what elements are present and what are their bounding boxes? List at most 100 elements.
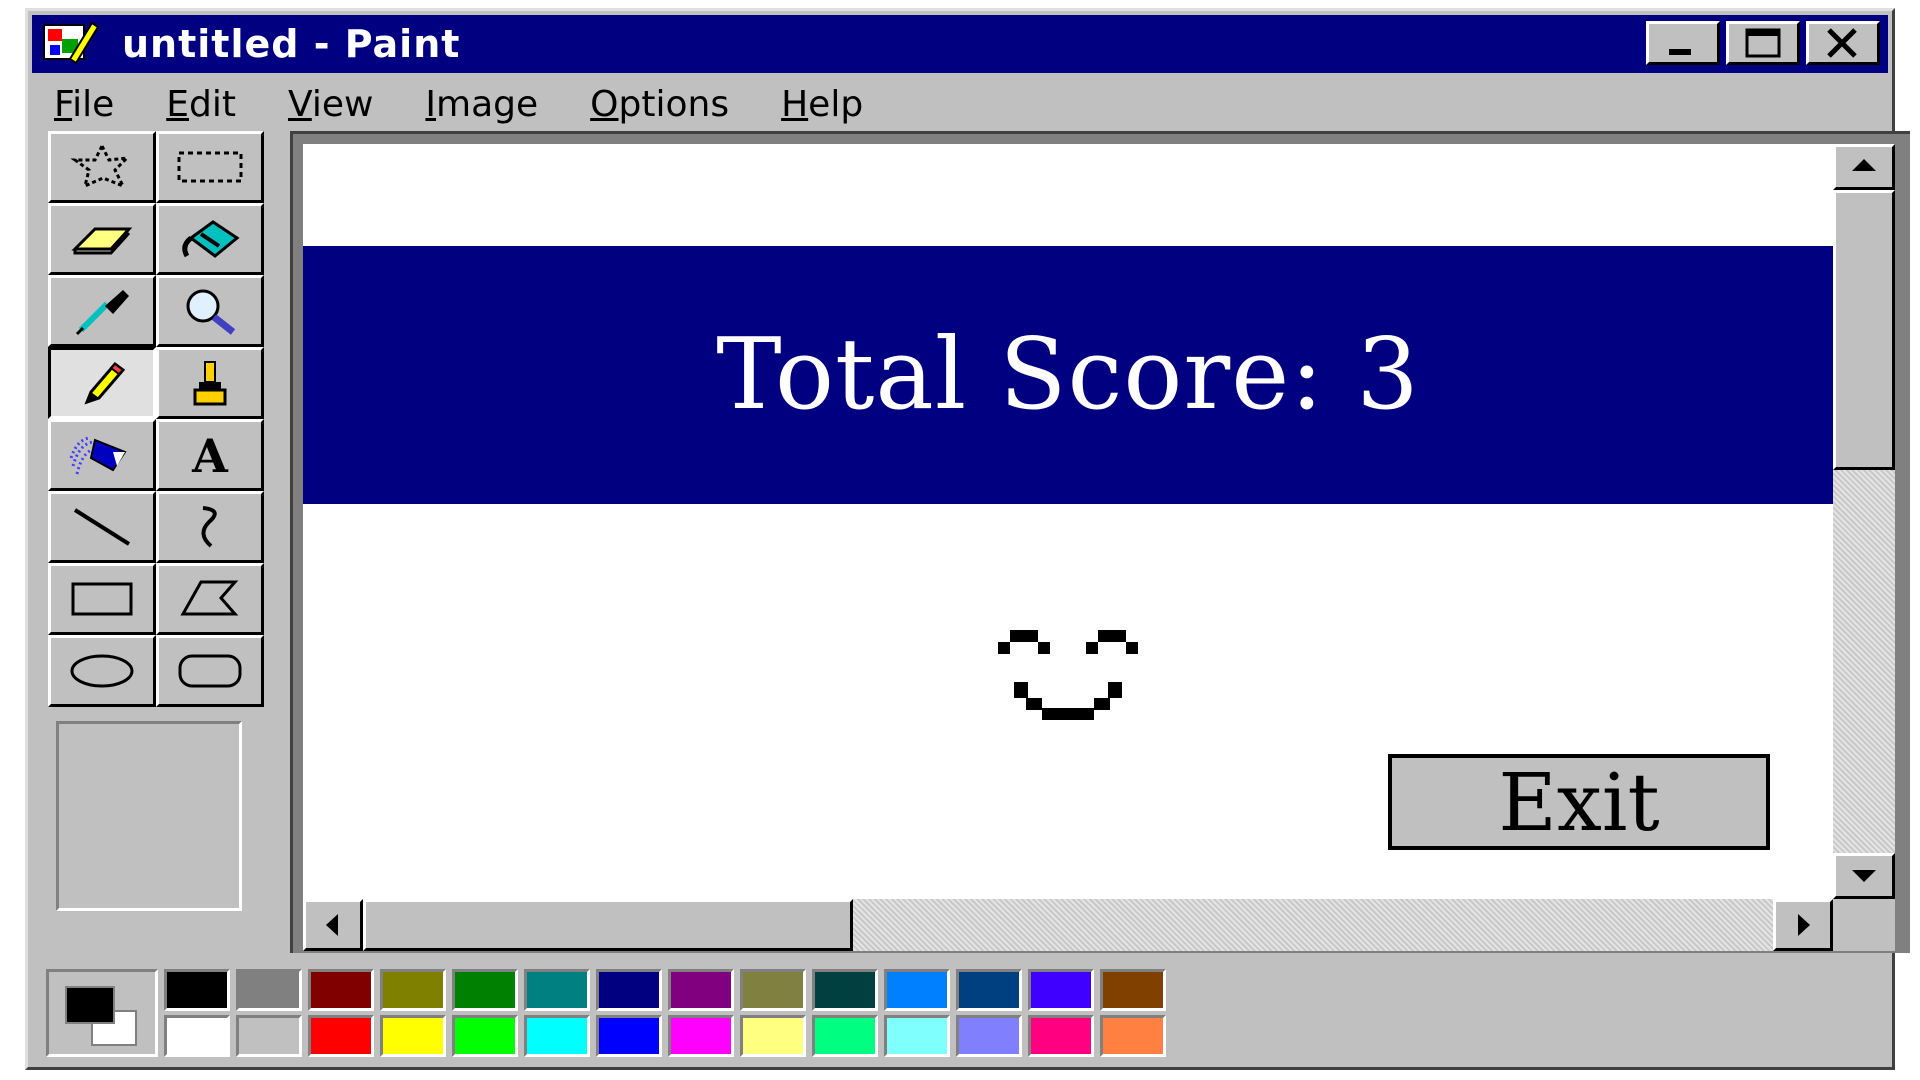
text-icon: A (191, 430, 229, 480)
select-tool[interactable] (156, 131, 264, 203)
paint-app-icon[interactable] (40, 19, 100, 69)
horizontal-scrollbar[interactable] (303, 899, 1833, 951)
svg-text:A: A (191, 430, 229, 480)
color-swatch[interactable] (884, 1015, 950, 1057)
ellipse-tool[interactable] (48, 635, 156, 707)
scroll-left-button[interactable] (303, 899, 363, 951)
pencil-tool[interactable] (48, 347, 156, 419)
eraser-tool[interactable] (48, 203, 156, 275)
polygon-icon (180, 580, 239, 616)
color-swatch[interactable] (956, 1015, 1022, 1057)
line-tool[interactable] (48, 491, 156, 563)
free-form-select-icon (70, 142, 132, 189)
magnifier-tool[interactable] (156, 275, 264, 347)
rect-select-icon (177, 151, 243, 183)
color-swatch[interactable] (164, 1015, 230, 1057)
smiley-face (998, 630, 1138, 720)
minimize-button[interactable] (1646, 21, 1720, 65)
total-score-label: Total Score: 3 (716, 318, 1420, 432)
color-swatch[interactable] (452, 969, 518, 1011)
curve-icon (201, 506, 217, 548)
color-swatch[interactable] (236, 1015, 302, 1057)
pencil-icon (84, 361, 126, 405)
color-swatch[interactable] (236, 969, 302, 1011)
color-swatch[interactable] (524, 969, 590, 1011)
close-icon (1827, 28, 1857, 58)
scroll-up-button[interactable] (1833, 144, 1895, 190)
vertical-scroll-thumb[interactable] (1833, 190, 1895, 470)
color-swatch[interactable] (452, 1015, 518, 1057)
menu-view[interactable]: View (288, 84, 373, 125)
brush-tool[interactable] (156, 347, 264, 419)
color-swatch[interactable] (812, 1015, 878, 1057)
color-swatch[interactable] (740, 1015, 806, 1057)
rounded-rectangle-tool[interactable] (156, 635, 264, 707)
scroll-down-icon (1852, 870, 1876, 882)
menu-options[interactable]: Options (590, 84, 729, 125)
title-bar[interactable]: untitled - Paint (32, 15, 1888, 73)
free-form-select-tool[interactable] (48, 131, 156, 203)
menu-edit[interactable]: Edit (166, 84, 236, 125)
vertical-scrollbar[interactable] (1833, 144, 1895, 899)
color-swatch[interactable] (308, 1015, 374, 1057)
color-swatch[interactable] (596, 969, 662, 1011)
tool-options-box[interactable] (56, 721, 242, 911)
scroll-right-icon (1798, 914, 1810, 936)
fill-tool[interactable] (156, 203, 264, 275)
color-swatch[interactable] (812, 969, 878, 1011)
color-swatch[interactable] (884, 969, 950, 1011)
scroll-right-button[interactable] (1773, 899, 1833, 951)
ellipse-icon (70, 654, 134, 688)
palette-swatches (164, 969, 1172, 1061)
color-swatch[interactable] (596, 1015, 662, 1057)
current-colors[interactable] (46, 969, 158, 1057)
maximize-button[interactable] (1726, 21, 1800, 65)
scroll-left-icon (326, 914, 338, 936)
window-title: untitled - Paint (122, 22, 461, 66)
paint-bucket-icon (182, 220, 240, 258)
color-swatch[interactable] (956, 969, 1022, 1011)
canvas-frame: Total Score: 3 Exit (290, 131, 1910, 953)
horizontal-scroll-thumb[interactable] (363, 899, 853, 951)
line-icon (73, 508, 131, 546)
magnifier-icon (186, 289, 236, 335)
color-swatch[interactable] (740, 969, 806, 1011)
curve-tool[interactable] (156, 491, 264, 563)
color-swatch[interactable] (668, 1015, 734, 1057)
menu-file[interactable]: File (54, 84, 114, 125)
color-swatch[interactable] (1028, 1015, 1094, 1057)
airbrush-tool[interactable] (48, 419, 156, 491)
color-swatch[interactable] (1028, 969, 1094, 1011)
scroll-down-button[interactable] (1833, 853, 1895, 899)
color-palette (36, 959, 1186, 1065)
color-swatch[interactable] (308, 969, 374, 1011)
color-swatch[interactable] (164, 969, 230, 1011)
menu-image[interactable]: Image (425, 84, 538, 125)
exit-button[interactable]: Exit (1388, 754, 1770, 850)
color-swatch[interactable] (380, 969, 446, 1011)
brush-icon (193, 361, 227, 406)
menu-bar: File Edit View Image Options Help (54, 77, 915, 131)
polygon-tool[interactable] (156, 563, 264, 635)
color-swatch[interactable] (668, 969, 734, 1011)
scroll-up-icon (1852, 159, 1876, 171)
minimize-icon (1669, 49, 1691, 55)
rounded-rectangle-icon (178, 654, 242, 688)
color-swatch[interactable] (524, 1015, 590, 1057)
eraser-icon (71, 227, 133, 255)
color-swatch[interactable] (1100, 969, 1166, 1011)
close-button[interactable] (1806, 21, 1880, 65)
pick-color-tool[interactable] (48, 275, 156, 347)
airbrush-icon (69, 436, 127, 475)
color-swatch[interactable] (1100, 1015, 1166, 1057)
color-swatch[interactable] (380, 1015, 446, 1057)
foreground-color-swatch[interactable] (65, 986, 115, 1024)
paint-window: untitled - Paint File Edit View Image Op… (25, 8, 1910, 1070)
rectangle-tool[interactable] (48, 563, 156, 635)
toolbox: A (36, 131, 288, 951)
rectangle-icon (71, 582, 133, 616)
drawing-canvas[interactable]: Total Score: 3 Exit (303, 144, 1833, 899)
scrollbar-corner (1833, 899, 1895, 951)
menu-help[interactable]: Help (781, 84, 863, 125)
text-tool[interactable]: A (156, 419, 264, 491)
